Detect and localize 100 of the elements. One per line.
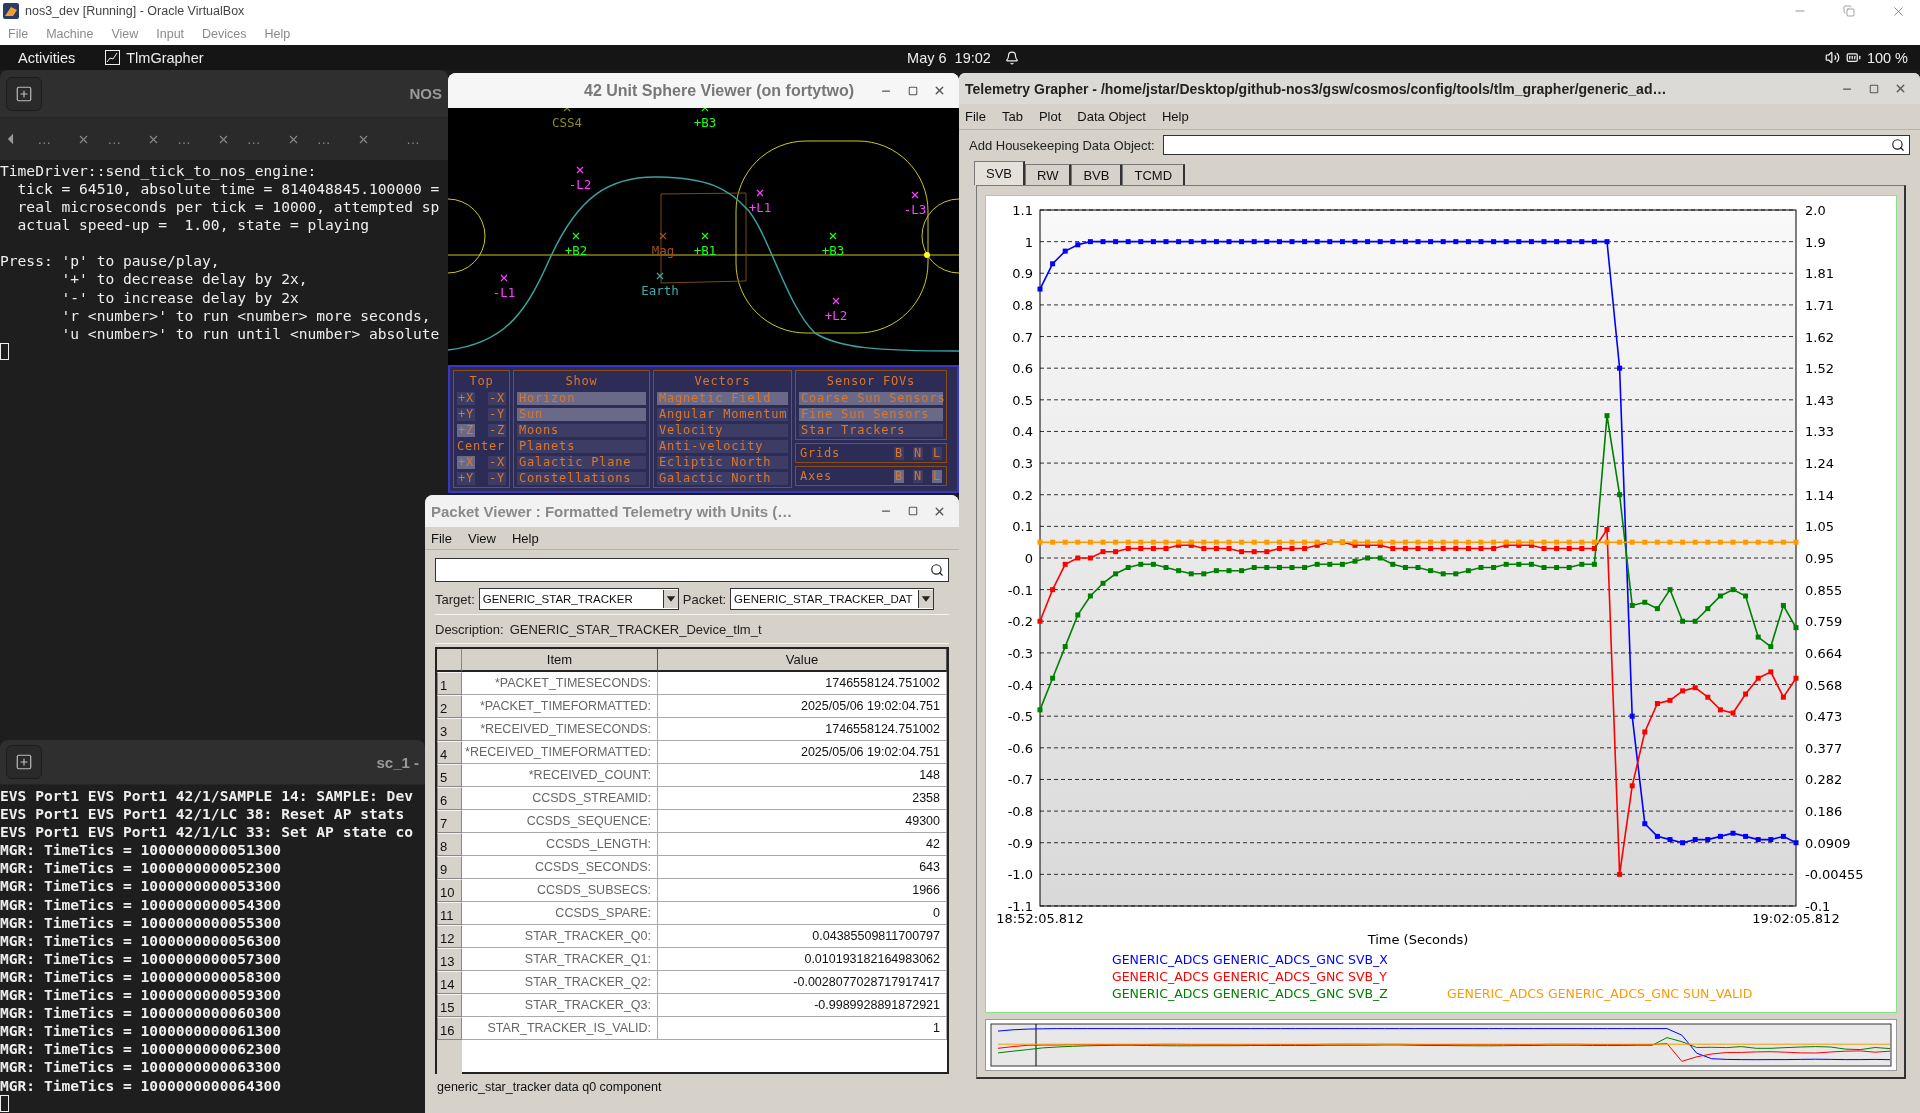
row-header[interactable]: 7 — [437, 810, 462, 833]
menu-item[interactable]: Help — [264, 26, 291, 41]
view-button[interactable]: -Y — [487, 472, 506, 485]
activities-button[interactable]: Activities — [18, 49, 76, 66]
toggle-button[interactable]: L — [931, 446, 942, 460]
menu-item[interactable]: Help — [509, 530, 541, 546]
row-header[interactable]: 16 — [437, 1017, 462, 1040]
target-dropdown[interactable]: GENERIC_STAR_TRACKER — [478, 588, 679, 610]
toggle-button[interactable]: N — [912, 469, 923, 483]
panel-label: Grids — [800, 446, 842, 460]
view-button[interactable]: -X — [487, 456, 506, 469]
menu-item[interactable]: Tab — [999, 109, 1025, 124]
toggle-item[interactable]: Angular Momentum — [657, 408, 788, 421]
terminal-line: Press: 'p' to pause/play, — [0, 252, 221, 271]
row-header[interactable]: 1 — [437, 672, 462, 695]
y-axis-label: -0.3 — [1007, 645, 1033, 661]
row-header[interactable]: 12 — [437, 925, 462, 948]
tab[interactable]: BVB — [1071, 164, 1123, 185]
view-button[interactable]: +Y — [457, 472, 476, 485]
terminal-tab[interactable]: … — [406, 131, 421, 147]
view-button[interactable]: -Y — [487, 408, 506, 421]
row-header[interactable]: 5 — [437, 764, 462, 787]
menu-item[interactable]: Devices — [202, 26, 247, 41]
menu-item[interactable]: Machine — [46, 26, 94, 41]
toggle-item[interactable]: Star Trackers — [799, 424, 943, 437]
terminal-tab[interactable]: … — [37, 131, 52, 147]
y-axis-label: 0.186 — [1805, 804, 1843, 820]
menu-item[interactable]: Help — [1160, 109, 1191, 124]
y-axis-label: 0.9 — [1012, 266, 1033, 282]
view-button[interactable]: +Y — [457, 408, 476, 421]
table-cell: 1746558124.751002 — [658, 672, 947, 695]
toggle-item[interactable]: Moons — [517, 424, 646, 437]
toggle-button[interactable]: B — [893, 446, 904, 460]
x-axis-title: Time (Seconds) — [1367, 932, 1469, 947]
marker-label: +B3 — [821, 243, 845, 258]
column-header[interactable]: Value — [658, 649, 947, 672]
toggle-button[interactable]: N — [912, 446, 923, 460]
menu-item[interactable]: View — [111, 26, 139, 41]
view-button[interactable]: -Z — [487, 424, 506, 437]
toggle-item[interactable]: Galactic North — [657, 472, 788, 485]
table-cell: 1966 — [658, 879, 947, 902]
terminal-line: real microseconds per tick = 10000, attempted sp — [16, 198, 441, 217]
tab[interactable]: RW — [1025, 164, 1072, 185]
toggle-item[interactable]: Anti-velocity — [657, 440, 788, 453]
field-label: Packet: — [682, 591, 727, 607]
app-menu-label[interactable]: TlmGrapher — [126, 49, 204, 66]
y-axis-label: -0.4 — [1007, 677, 1033, 693]
terminal-tab[interactable]: … — [316, 131, 331, 147]
tab[interactable]: TCMD — [1122, 164, 1185, 185]
table-cell: CCSDS_SEQUENCE: — [462, 810, 658, 833]
terminal-line: 'r <number>' to run <number> more seconds, — [60, 306, 432, 325]
terminal-line: MGR: TimeTics = 1000000000056300 — [0, 931, 283, 950]
y-axis-label: 0.759 — [1805, 614, 1843, 630]
terminal-tab[interactable]: … — [177, 131, 191, 147]
y-axis-label: 0.377 — [1805, 740, 1843, 756]
table-cell: 2358 — [658, 787, 947, 810]
menu-item[interactable]: File — [8, 26, 29, 41]
menu-item[interactable]: Input — [156, 26, 185, 41]
row-header[interactable]: 8 — [437, 833, 462, 856]
packet-dropdown[interactable]: GENERIC_STAR_TRACKER_DAT — [730, 588, 935, 610]
row-header[interactable]: 6 — [437, 787, 462, 810]
terminal-line: MGR: TimeTics = 1000000000052300 — [0, 859, 283, 878]
menu-item[interactable]: File — [429, 530, 454, 546]
toggle-item[interactable]: Velocity — [657, 424, 788, 437]
view-button[interactable]: +X — [457, 392, 476, 405]
terminal-tab[interactable]: … — [246, 131, 261, 147]
terminal-line: MGR: TimeTics = 1000000000062300 — [0, 1040, 283, 1059]
clock[interactable]: May 6 19:02 — [907, 49, 991, 66]
row-header[interactable]: 4 — [437, 741, 462, 764]
y-axis-label: 1.71 — [1805, 297, 1834, 313]
menu-item[interactable]: Data Object — [1075, 109, 1148, 124]
toggle-item[interactable]: Constellations — [517, 472, 646, 485]
group-subtitle: Center — [457, 440, 506, 453]
row-header[interactable]: 11 — [437, 902, 462, 925]
menu-item[interactable]: View — [465, 530, 498, 546]
terminal-tab[interactable]: … — [107, 131, 122, 147]
row-header[interactable]: 15 — [437, 994, 462, 1017]
y-axis-label: 0.0909 — [1805, 835, 1851, 851]
terminal-line: actual speed-up = 1.00, state = playing — [16, 216, 371, 235]
menu-item[interactable]: Plot — [1036, 109, 1064, 124]
column-header[interactable]: Item — [462, 649, 658, 672]
toggle-item[interactable]: Ecliptic North — [657, 456, 788, 469]
toggle-item[interactable]: Galactic Plane — [517, 456, 646, 469]
y-axis-label: -0.8 — [1007, 804, 1033, 820]
table-cell: CCSDS_SECONDS: — [462, 856, 658, 879]
toggle-item[interactable]: Planets — [517, 440, 646, 453]
window-title: Packet Viewer : Formatted Telemetry with Units (… — [431, 502, 793, 520]
row-header[interactable]: 9 — [437, 856, 462, 879]
table-cell: 1 — [658, 1017, 947, 1040]
row-header[interactable]: 10 — [437, 879, 462, 902]
marker-label: +L1 — [748, 200, 772, 215]
marker-label: Mag — [651, 243, 675, 258]
y-axis-label: 0.3 — [1012, 456, 1033, 472]
row-header[interactable]: 14 — [437, 971, 462, 994]
view-button[interactable]: -X — [487, 392, 506, 405]
menu-item[interactable]: File — [963, 109, 988, 124]
row-header[interactable]: 2 — [437, 695, 462, 718]
row-header[interactable]: 3 — [437, 718, 462, 741]
row-header[interactable]: 13 — [437, 948, 462, 971]
tab[interactable]: SVB — [974, 161, 1025, 185]
